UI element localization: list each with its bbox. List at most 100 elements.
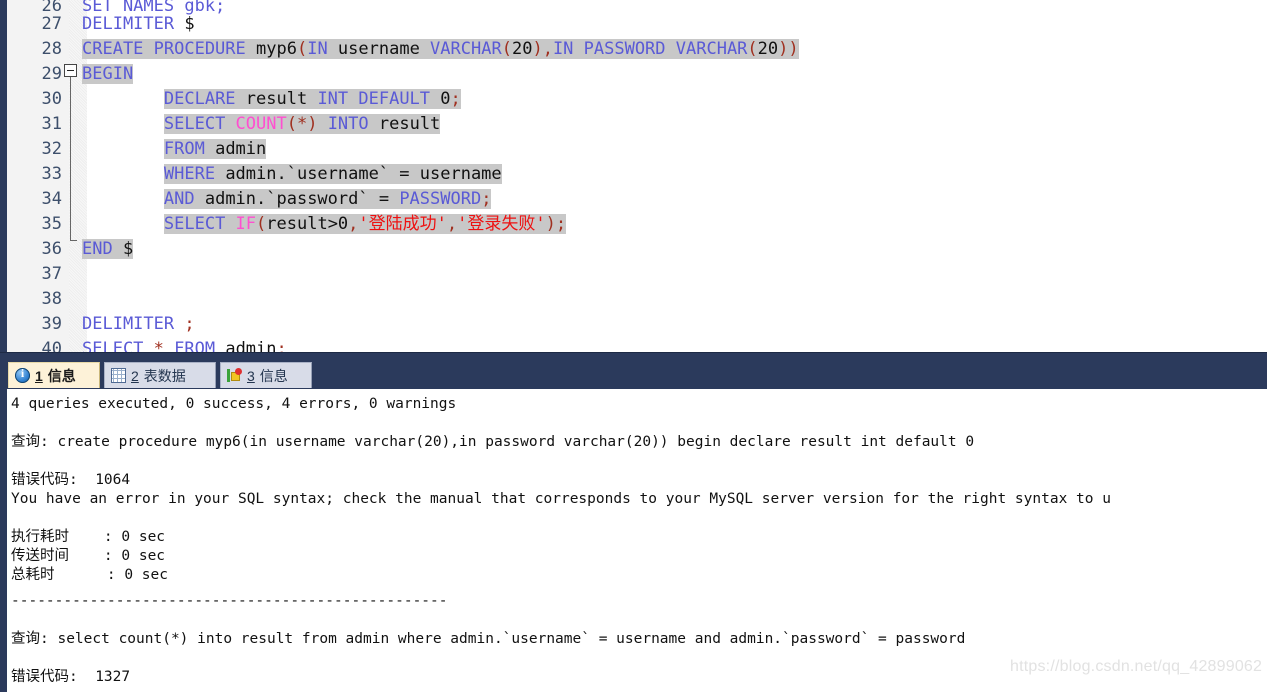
code-token: ; bbox=[481, 189, 492, 209]
tab-index: 3 bbox=[247, 367, 255, 384]
code-line[interactable]: END $ bbox=[82, 237, 134, 262]
code-token: ( bbox=[256, 214, 267, 234]
results-tab-1[interactable]: 1信息 bbox=[8, 362, 100, 388]
code-line[interactable]: SELECT COUNT(*) INTO result bbox=[82, 112, 441, 137]
code-text: SELECT * FROM admin; bbox=[82, 339, 287, 352]
code-token: ( bbox=[501, 39, 512, 59]
code-token: FROM bbox=[174, 339, 226, 352]
results-tab-bar: 1信息2表数据3信息 bbox=[0, 361, 1267, 389]
code-token: FROM bbox=[163, 139, 216, 159]
results-tab-3[interactable]: 3 信息 bbox=[220, 362, 312, 388]
line-number: 34 bbox=[41, 189, 62, 209]
code-token: SELECT bbox=[163, 214, 236, 234]
log-left-accent-strip bbox=[0, 389, 7, 692]
code-token: 20 bbox=[757, 39, 779, 59]
code-token: ) bbox=[545, 214, 556, 234]
grid-icon bbox=[111, 368, 126, 383]
line-number: 33 bbox=[41, 164, 62, 184]
line-number: 27 bbox=[41, 14, 62, 34]
code-token: BEGIN bbox=[82, 64, 134, 84]
results-panel: 1信息2表数据3信息 4 queries executed, 0 success… bbox=[0, 361, 1267, 692]
code-line[interactable]: CREATE PROCEDURE myp6(IN username VARCHA… bbox=[82, 37, 799, 62]
log-line: 执行耗时 : 0 sec bbox=[11, 529, 166, 545]
editor-left-accent-strip bbox=[0, 0, 7, 352]
code-selected-text: AND admin.`password` = PASSWORD; bbox=[163, 189, 492, 209]
log-line: 4 queries executed, 0 success, 4 errors,… bbox=[11, 396, 457, 412]
code-token: SELECT bbox=[82, 339, 154, 352]
code-fold-toggle-icon[interactable] bbox=[64, 64, 77, 77]
log-line: 查询: select count(*) into result from adm… bbox=[11, 631, 966, 647]
log-line: 传送时间 : 0 sec bbox=[11, 548, 166, 564]
code-line[interactable]: AND admin.`password` = PASSWORD; bbox=[82, 187, 492, 212]
line-number: 30 bbox=[41, 89, 62, 109]
code-token: , bbox=[348, 214, 359, 234]
code-token: ) bbox=[532, 39, 543, 59]
code-token: myp6 bbox=[256, 39, 297, 59]
code-token: INTO bbox=[327, 114, 379, 134]
code-token: $ bbox=[122, 239, 134, 259]
code-text: DELIMITER ; bbox=[82, 314, 195, 334]
code-token: VARCHAR bbox=[675, 39, 748, 59]
log-line: 错误代码: 1064 bbox=[11, 472, 131, 488]
code-token: admin bbox=[215, 139, 267, 159]
log-line: You have an error in your SQL syntax; ch… bbox=[11, 491, 1111, 507]
line-number: 37 bbox=[41, 264, 62, 284]
code-fold-guide-line bbox=[70, 77, 71, 240]
line-number: 39 bbox=[41, 314, 62, 334]
code-token: , bbox=[446, 214, 458, 234]
line-number: 28 bbox=[41, 39, 62, 59]
tab-index: 2 bbox=[131, 367, 139, 384]
code-token: 0 bbox=[440, 89, 451, 109]
code-line[interactable]: SELECT IF(result>0,'登陆成功','登录失败'); bbox=[82, 212, 567, 237]
code-token: ; bbox=[555, 214, 567, 234]
code-line[interactable]: DELIMITER ; bbox=[82, 312, 195, 337]
code-token: '登陆成功' bbox=[358, 214, 447, 234]
code-line[interactable]: DELIMITER $ bbox=[82, 12, 195, 37]
tab-index: 1 bbox=[35, 367, 43, 384]
code-selected-text: DECLARE result INT DEFAULT 0; bbox=[163, 89, 461, 109]
log-line: 错误代码: 1327 bbox=[11, 669, 131, 685]
code-token: SELECT bbox=[163, 114, 236, 134]
results-tab-2[interactable]: 2 表数据 bbox=[104, 362, 216, 388]
tab-label: 信息 bbox=[259, 367, 288, 384]
code-token: DECLARE bbox=[163, 89, 246, 109]
code-token: username bbox=[337, 39, 431, 59]
code-line[interactable]: BEGIN bbox=[82, 62, 134, 87]
code-line[interactable]: WHERE admin.`username` = username bbox=[82, 162, 502, 187]
code-token: CREATE PROCEDURE bbox=[82, 39, 256, 59]
line-number: 36 bbox=[41, 239, 62, 259]
code-token: result>0 bbox=[266, 214, 349, 234]
code-token: (*) bbox=[286, 114, 328, 134]
code-token: result bbox=[378, 114, 441, 134]
code-token: ; bbox=[450, 89, 461, 109]
line-number: 38 bbox=[41, 289, 62, 309]
chart-icon bbox=[227, 368, 242, 383]
code-token: )) bbox=[778, 39, 799, 59]
code-token: result bbox=[245, 89, 318, 109]
code-token: DELIMITER bbox=[82, 14, 185, 34]
sql-code-editor[interactable]: 26 27 28 29 30 31 32 33 34 35 36 37 38 39 40 SET NAMES… bbox=[0, 0, 1267, 352]
code-token: IN PASSWORD bbox=[552, 39, 676, 59]
code-line[interactable]: FROM admin bbox=[82, 137, 267, 162]
code-line[interactable]: SELECT * FROM admin; bbox=[82, 337, 287, 352]
info-icon bbox=[15, 366, 30, 383]
code-selected-text: SELECT IF(result>0,'登陆成功','登录失败'); bbox=[163, 214, 567, 234]
code-token: '登录失败' bbox=[457, 214, 546, 234]
code-token: ; bbox=[276, 339, 287, 352]
code-selected-text: END $ bbox=[82, 239, 134, 259]
code-token: COUNT bbox=[235, 114, 287, 134]
code-line[interactable]: DECLARE result INT DEFAULT 0; bbox=[82, 87, 461, 112]
message-log-output[interactable]: 4 queries executed, 0 success, 4 errors,… bbox=[7, 389, 1267, 692]
code-selected-text: CREATE PROCEDURE myp6(IN username VARCHA… bbox=[82, 39, 799, 59]
code-token: DELIMITER bbox=[82, 314, 185, 334]
log-line: 查询: create procedure myp6(in username va… bbox=[11, 434, 975, 450]
code-text: DELIMITER $ bbox=[82, 14, 195, 34]
code-token: WHERE bbox=[163, 164, 226, 184]
code-token: admin.`password` = bbox=[204, 189, 400, 209]
code-fold-guide-foot bbox=[70, 240, 77, 241]
